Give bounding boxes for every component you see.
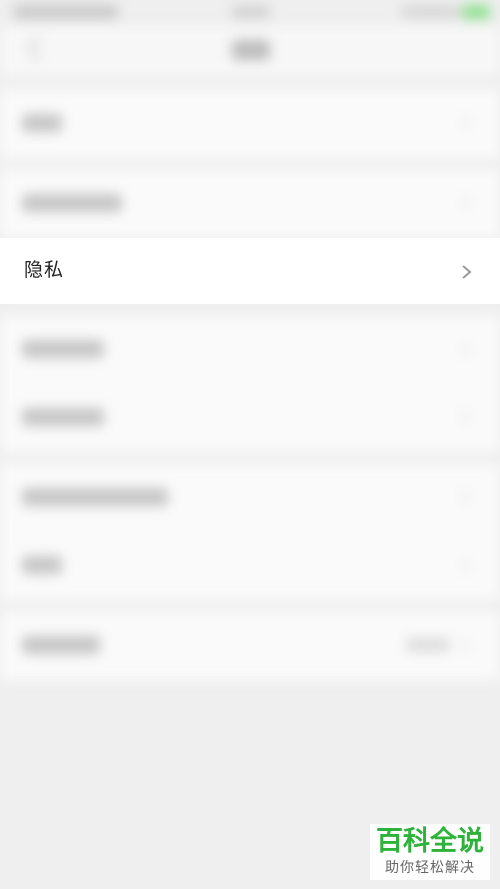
nav-bar <box>0 26 500 76</box>
back-icon[interactable] <box>26 36 51 61</box>
status-bar-indicators <box>402 6 460 18</box>
chevron-right-icon <box>455 115 471 131</box>
nav-title <box>232 40 270 60</box>
status-bar <box>0 0 500 26</box>
settings-row[interactable] <box>0 612 500 680</box>
row-label <box>22 340 104 358</box>
privacy-label: 隐私 <box>24 259 65 281</box>
settings-row[interactable] <box>0 384 500 452</box>
chevron-right-icon <box>455 557 471 573</box>
battery-icon <box>462 5 490 19</box>
status-bar-time <box>232 6 270 18</box>
chevron-right-icon <box>455 637 471 653</box>
settings-group-5 <box>0 612 500 680</box>
settings-group-3 <box>0 316 500 452</box>
row-label <box>22 114 62 132</box>
settings-row[interactable] <box>0 464 500 532</box>
settings-group-1 <box>0 90 500 158</box>
chevron-right-icon <box>455 195 471 211</box>
settings-group-2 <box>0 170 500 238</box>
watermark-logo: 百科全说 助你轻松解决 <box>370 824 490 880</box>
chevron-right-icon <box>455 489 471 505</box>
settings-row[interactable] <box>0 170 500 238</box>
settings-group-4 <box>0 464 500 600</box>
watermark-subtitle: 助你轻松解决 <box>385 860 475 876</box>
settings-row[interactable] <box>0 532 500 600</box>
settings-row[interactable] <box>0 316 500 384</box>
chevron-right-icon <box>462 265 472 279</box>
watermark-title: 百科全说 <box>376 826 484 857</box>
chevron-right-icon <box>455 341 471 357</box>
chevron-right-icon <box>455 409 471 425</box>
row-label <box>22 636 100 654</box>
row-label <box>22 556 62 574</box>
row-label <box>22 194 122 212</box>
row-value <box>406 638 450 652</box>
row-label <box>22 488 168 506</box>
settings-row-privacy[interactable]: 隐私 <box>0 238 500 304</box>
status-bar-left <box>14 5 118 19</box>
row-label <box>22 408 104 426</box>
settings-row[interactable] <box>0 90 500 158</box>
